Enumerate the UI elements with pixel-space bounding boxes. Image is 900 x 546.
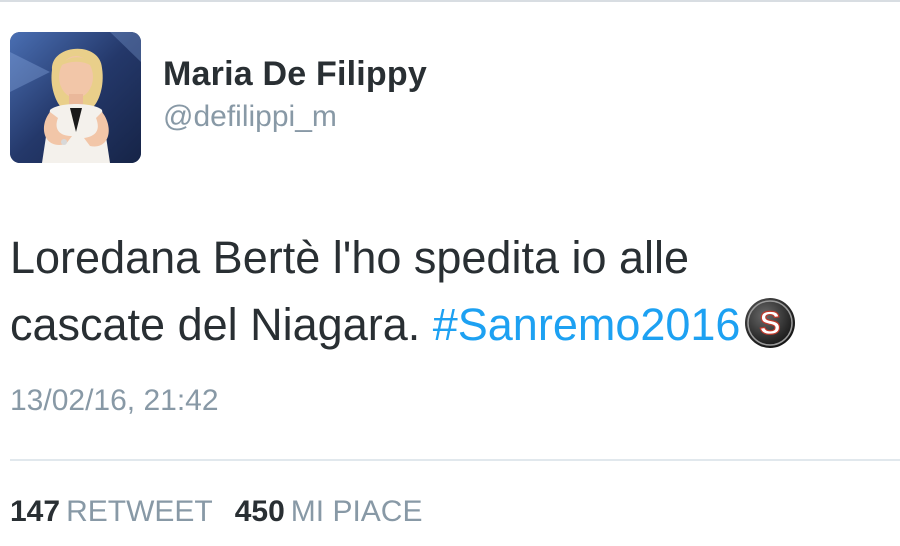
tweet-card: Maria De Filippy @defilippi_m Loredana B…	[0, 0, 900, 546]
hashtag-link[interactable]: #Sanremo2016	[433, 299, 741, 350]
s-logo-icon: S	[744, 297, 796, 349]
top-divider	[0, 0, 900, 2]
author-display-name[interactable]: Maria De Filippy	[163, 55, 427, 94]
like-count: 450	[234, 495, 285, 528]
tweet-text: Loredana Bertè l'ho spedita io alle casc…	[10, 224, 890, 358]
tweet-timestamp[interactable]: 13/02/16, 21:42	[10, 384, 219, 418]
retweet-count: 147	[10, 495, 61, 528]
retweet-label: RETWEET	[66, 495, 213, 528]
tweet-stats: 147 RETWEET 450 MI PIACE	[10, 495, 423, 529]
author-handle[interactable]: @defilippi_m	[163, 100, 337, 134]
like-stat[interactable]: 450 MI PIACE	[235, 495, 423, 528]
svg-text:S: S	[760, 305, 781, 341]
avatar[interactable]	[10, 32, 141, 163]
stats-divider	[10, 459, 900, 461]
tweet-text-line-2: cascate del Niagara. #Sanremo2016 S	[10, 291, 890, 358]
retweet-stat[interactable]: 147 RETWEET	[10, 495, 213, 528]
tweet-text-line-2-text: cascate del Niagara.	[10, 299, 433, 350]
like-label: MI PIACE	[290, 495, 423, 528]
tweet-text-line-1: Loredana Bertè l'ho spedita io alle	[10, 232, 690, 283]
